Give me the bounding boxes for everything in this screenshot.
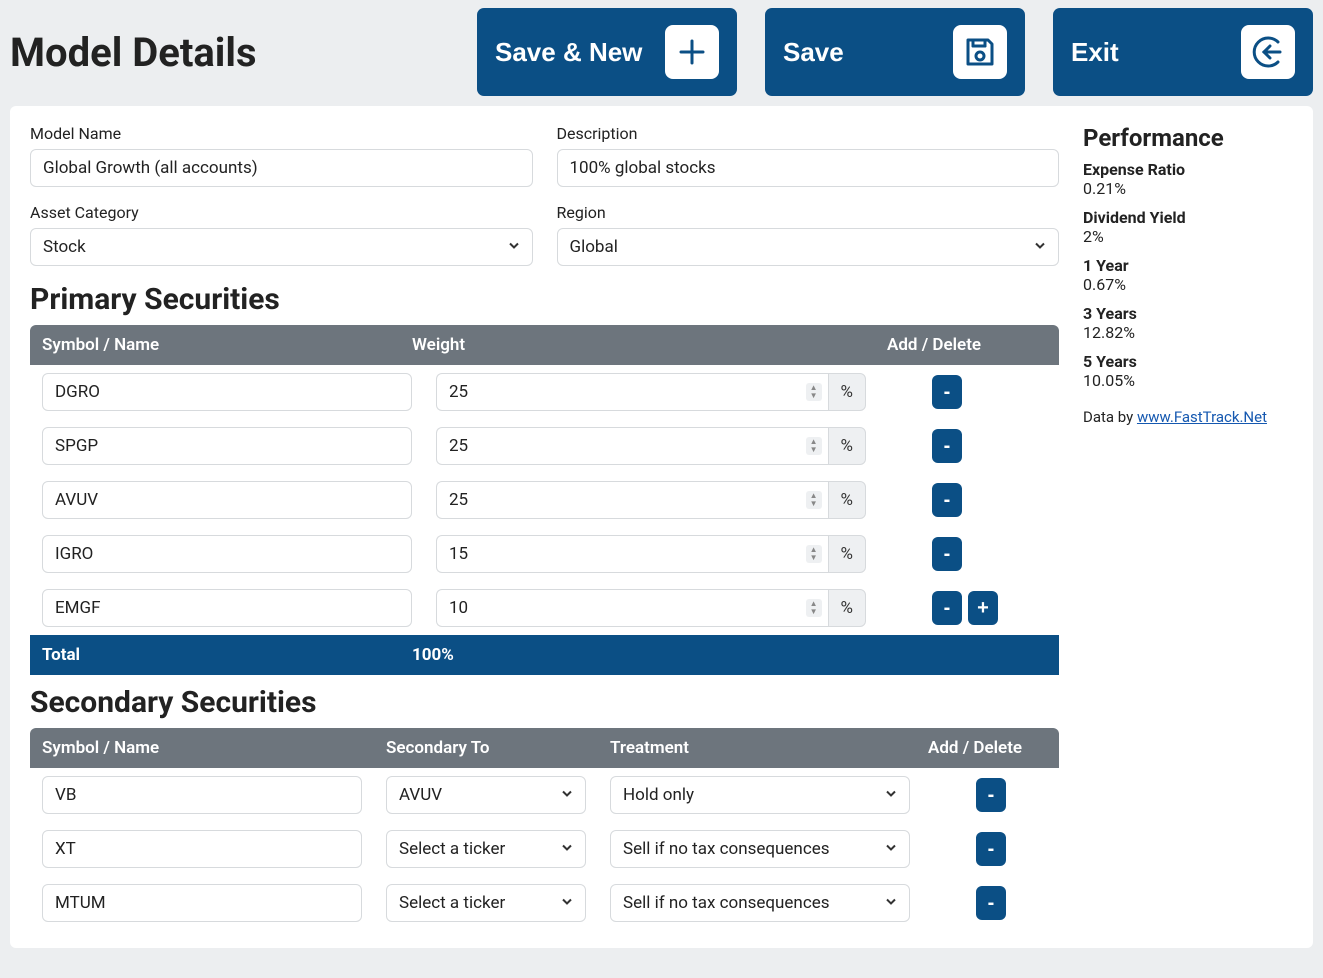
- percent-addon: %: [828, 427, 866, 465]
- secondary-to-select[interactable]: Select a ticker: [386, 884, 586, 922]
- delete-row-button[interactable]: -: [976, 886, 1006, 920]
- region-select[interactable]: Global: [557, 228, 1060, 266]
- performance-label: 3 Years: [1083, 304, 1293, 323]
- secondary-symbol-input[interactable]: [42, 776, 362, 814]
- exit-button[interactable]: Exit: [1053, 8, 1313, 96]
- performance-label: 1 Year: [1083, 256, 1293, 275]
- primary-total-value: 100%: [412, 645, 842, 665]
- region-label: Region: [557, 203, 1060, 222]
- performance-label: Expense Ratio: [1083, 160, 1293, 179]
- performance-item: 5 Years10.05%: [1083, 352, 1293, 390]
- delete-row-button[interactable]: -: [932, 591, 962, 625]
- secondary-header-action: Add / Delete: [928, 738, 1048, 758]
- description-label: Description: [557, 124, 1060, 143]
- secondary-to-select[interactable]: Select a ticker: [386, 830, 586, 868]
- primary-row: ▲▼% -: [30, 419, 1059, 473]
- delete-row-button[interactable]: -: [932, 429, 962, 463]
- data-by-prefix: Data by: [1083, 408, 1137, 426]
- primary-row: ▲▼% -: [30, 365, 1059, 419]
- delete-row-button[interactable]: -: [932, 483, 962, 517]
- save-label: Save: [783, 37, 844, 68]
- percent-addon: %: [828, 481, 866, 519]
- primary-weight-input[interactable]: [436, 535, 828, 573]
- primary-row: ▲▼% -+: [30, 581, 1059, 635]
- primary-weight-input[interactable]: [436, 373, 828, 411]
- secondary-row: AVUV Hold only -: [30, 768, 1059, 822]
- performance-value: 10.05%: [1083, 371, 1293, 390]
- primary-symbol-input[interactable]: [42, 427, 412, 465]
- performance-value: 0.21%: [1083, 179, 1293, 198]
- save-button[interactable]: Save: [765, 8, 1025, 96]
- data-by-link[interactable]: www.FastTrack.Net: [1137, 408, 1267, 426]
- primary-weight-input[interactable]: [436, 589, 828, 627]
- weight-stepper[interactable]: ▲▼: [806, 491, 822, 509]
- treatment-select[interactable]: Hold only: [610, 776, 910, 814]
- primary-weight-input[interactable]: [436, 427, 828, 465]
- secondary-securities-heading: Secondary Securities: [30, 685, 1059, 720]
- asset-category-label: Asset Category: [30, 203, 533, 222]
- performance-heading: Performance: [1083, 124, 1293, 152]
- model-name-label: Model Name: [30, 124, 533, 143]
- performance-item: 1 Year0.67%: [1083, 256, 1293, 294]
- save-disk-icon: [953, 25, 1007, 79]
- delete-row-button[interactable]: -: [932, 375, 962, 409]
- secondary-to-select[interactable]: AVUV: [386, 776, 586, 814]
- performance-value: 2%: [1083, 227, 1293, 246]
- weight-stepper[interactable]: ▲▼: [806, 599, 822, 617]
- treatment-select[interactable]: Sell if no tax consequences: [610, 830, 910, 868]
- model-name-input[interactable]: [30, 149, 533, 187]
- performance-value: 12.82%: [1083, 323, 1293, 342]
- primary-header-action: Add / Delete: [887, 335, 1047, 355]
- percent-addon: %: [828, 535, 866, 573]
- exit-arrow-icon: [1241, 25, 1295, 79]
- performance-item: Dividend Yield2%: [1083, 208, 1293, 246]
- percent-addon: %: [828, 589, 866, 627]
- page-title: Model Details: [10, 29, 277, 76]
- save-and-new-label: Save & New: [495, 37, 642, 68]
- secondary-row: Select a ticker Sell if no tax consequenc…: [30, 876, 1059, 930]
- treatment-select[interactable]: Sell if no tax consequences: [610, 884, 910, 922]
- primary-weight-input[interactable]: [436, 481, 828, 519]
- secondary-header-treatment: Treatment: [610, 738, 910, 758]
- secondary-row: Select a ticker Sell if no tax consequenc…: [30, 822, 1059, 876]
- primary-row: ▲▼% -: [30, 473, 1059, 527]
- performance-item: Expense Ratio0.21%: [1083, 160, 1293, 198]
- secondary-symbol-input[interactable]: [42, 884, 362, 922]
- delete-row-button[interactable]: -: [976, 832, 1006, 866]
- primary-header-symbol: Symbol / Name: [42, 335, 412, 355]
- description-input[interactable]: [557, 149, 1060, 187]
- secondary-symbol-input[interactable]: [42, 830, 362, 868]
- primary-symbol-input[interactable]: [42, 535, 412, 573]
- performance-label: Dividend Yield: [1083, 208, 1293, 227]
- primary-row: ▲▼% -: [30, 527, 1059, 581]
- percent-addon: %: [828, 373, 866, 411]
- primary-total-label: Total: [42, 645, 412, 665]
- performance-item: 3 Years12.82%: [1083, 304, 1293, 342]
- performance-value: 0.67%: [1083, 275, 1293, 294]
- exit-label: Exit: [1071, 37, 1119, 68]
- asset-category-select[interactable]: Stock: [30, 228, 533, 266]
- delete-row-button[interactable]: -: [932, 537, 962, 571]
- plus-square-icon: [665, 25, 719, 79]
- add-row-button[interactable]: +: [968, 591, 998, 625]
- weight-stepper[interactable]: ▲▼: [806, 437, 822, 455]
- primary-symbol-input[interactable]: [42, 373, 412, 411]
- primary-symbol-input[interactable]: [42, 589, 412, 627]
- primary-symbol-input[interactable]: [42, 481, 412, 519]
- primary-securities-heading: Primary Securities: [30, 282, 1059, 317]
- secondary-header-secondary-to: Secondary To: [386, 738, 586, 758]
- secondary-header-symbol: Symbol / Name: [42, 738, 362, 758]
- performance-label: 5 Years: [1083, 352, 1293, 371]
- primary-header-weight: Weight: [412, 335, 842, 355]
- delete-row-button[interactable]: -: [976, 778, 1006, 812]
- save-and-new-button[interactable]: Save & New: [477, 8, 737, 96]
- weight-stepper[interactable]: ▲▼: [806, 545, 822, 563]
- weight-stepper[interactable]: ▲▼: [806, 383, 822, 401]
